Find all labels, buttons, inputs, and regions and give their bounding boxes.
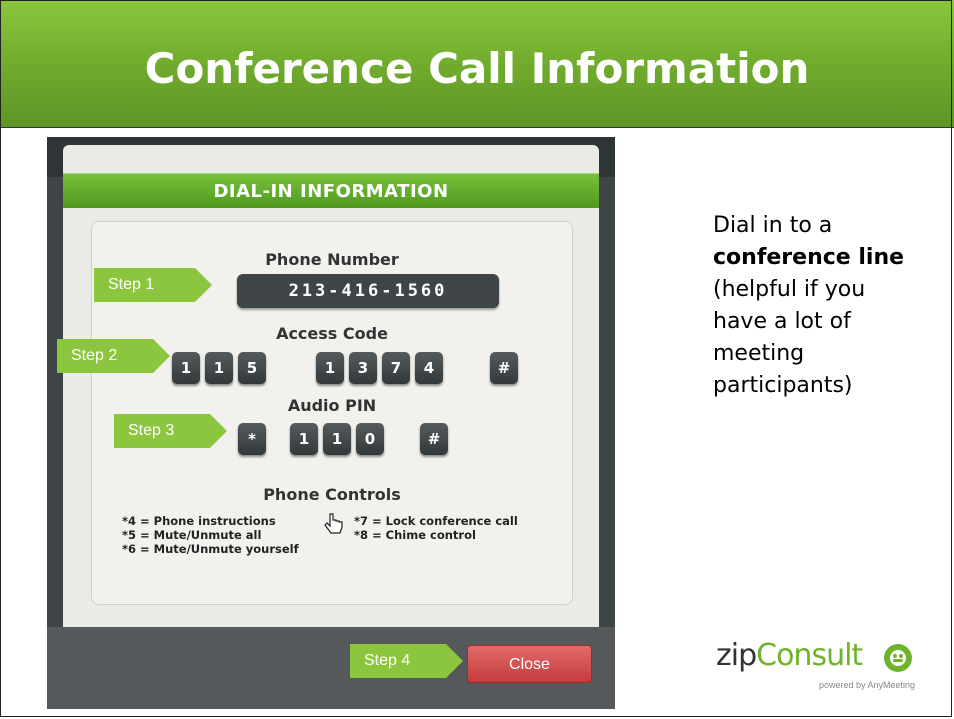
slide-border xyxy=(0,0,952,717)
